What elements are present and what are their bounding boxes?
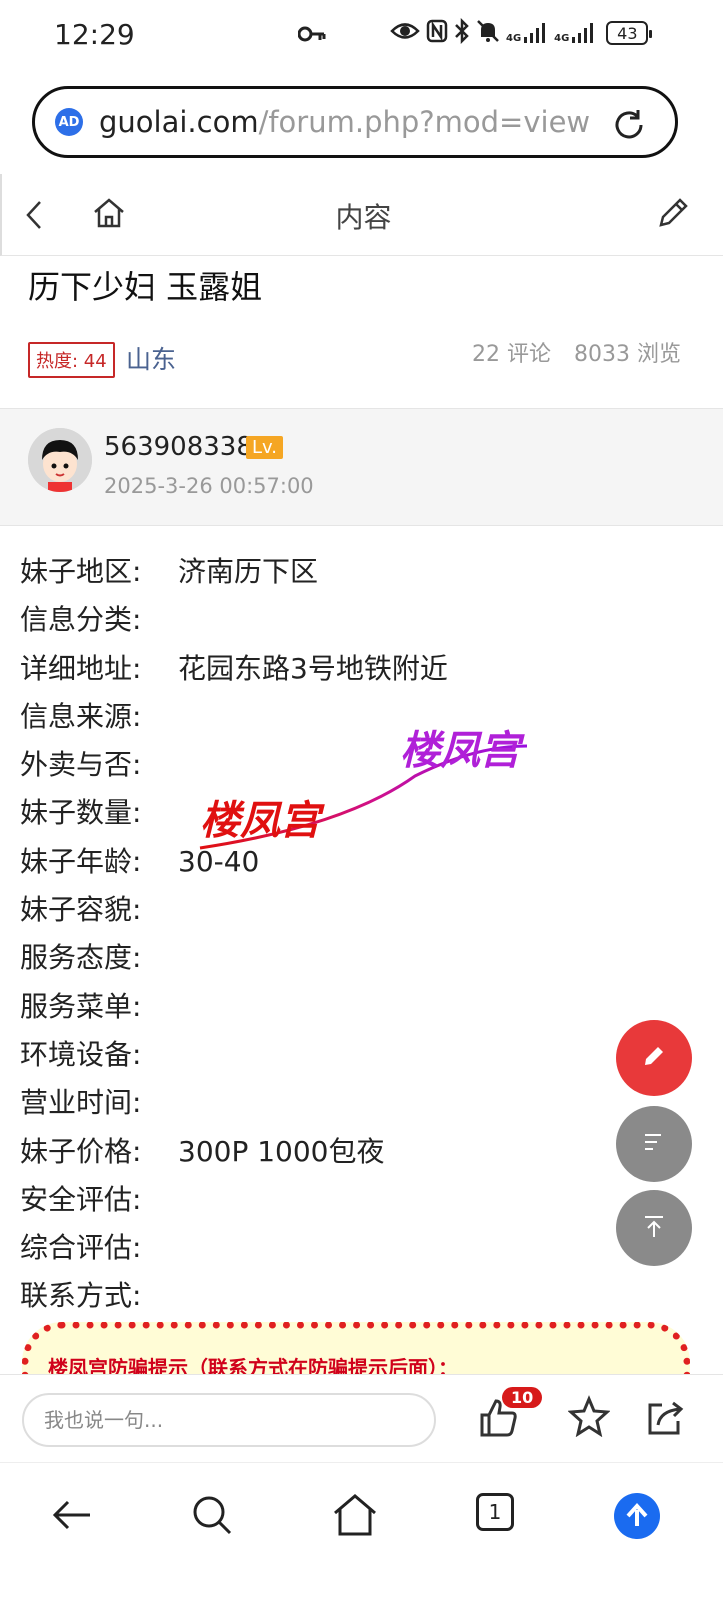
info-value: 花园东路3号地铁附近 [178,651,448,685]
info-label: 信息分类: [20,603,142,637]
nfc-icon [426,19,448,47]
info-row: 安全评估: [20,1176,700,1224]
info-label: 综合评估: [20,1231,142,1265]
comment-count: 22 评论 [472,342,552,367]
bluetooth-icon [454,17,470,48]
info-label: 安全评估: [20,1182,142,1216]
view-count: 8033 浏览 [574,342,681,367]
comment-input[interactable]: 我也说一句... [22,1393,436,1447]
fab-write-button[interactable] [616,1020,692,1096]
info-row: 服务态度: [20,934,700,982]
info-label: 妹子地区: [20,555,142,588]
svg-text:楼凤宫: 楼凤宫 [200,798,325,844]
info-label: 营业时间: [20,1086,142,1120]
info-label: 联系方式: [20,1279,142,1313]
svg-text:楼凤宫: 楼凤宫 [400,728,525,774]
info-list: 妹子地区: 济南历下区信息分类: 详细地址: 花园东路3号地铁附近信息来源: 外卖与否:… [20,548,700,1321]
region-link[interactable]: 山东 [126,340,176,376]
battery-indicator: 43 [606,21,653,45]
star-icon[interactable] [567,1395,611,1441]
author-section [0,408,723,526]
home-nav-icon[interactable] [332,1493,378,1541]
info-row: 综合评估: [20,1224,700,1272]
info-value: 300P 1000包夜 [178,1134,385,1168]
info-row: 妹子容貌: [20,886,700,934]
level-badge: Lv. [246,436,284,459]
reload-icon[interactable] [611,107,647,147]
search-icon[interactable] [190,1493,234,1541]
info-label: 外卖与否: [20,748,142,782]
info-row: 详细地址: 花园东路3号地铁附近 [20,645,700,693]
signal-icon-2: 4G [554,22,596,44]
info-row: 环境设备: [20,1031,700,1079]
mute-bell-icon [476,19,500,47]
avatar[interactable] [28,428,92,492]
info-row: 信息分类: [20,596,700,644]
watermark-logo: 楼凤宫 楼凤宫 [195,706,535,860]
like-count-badge: 10 [502,1387,543,1408]
tabs-button[interactable]: 1 [476,1493,514,1531]
status-time: 12:29 [54,18,135,51]
post-title: 历下少妇 玉露姐 [28,268,263,306]
url-text[interactable]: guolai.com/forum.php?mod=viewthr [99,105,589,139]
heat-badge: 热度: 44 [28,342,115,378]
info-label: 妹子数量: [20,796,142,830]
edit-pencil-icon[interactable] [656,196,690,234]
post-date: 2025-3-26 00:57:00 [104,474,314,498]
address-bar[interactable]: AD guolai.com/forum.php?mod=viewthr [32,86,678,158]
ad-badge-icon: AD [55,108,83,136]
info-row: 服务菜单: [20,983,700,1031]
status-bar: 12:29 4G 4G 43 [0,0,723,70]
info-label: 妹子容貌: [20,893,142,927]
info-label: 详细地址: [20,651,142,685]
pencil-icon [641,1043,667,1073]
info-label: 环境设备: [20,1037,142,1071]
info-row: 营业时间: [20,1079,700,1127]
info-label: 妹子年龄: [20,844,142,878]
signal-icon-1: 4G [506,22,548,44]
back-icon[interactable] [50,1493,94,1541]
key-icon [297,22,326,50]
tab-count: 1 [476,1493,514,1531]
page-header: 内容 [0,174,723,256]
info-label: 服务态度: [20,941,142,975]
upload-circle-icon[interactable] [614,1493,660,1539]
info-row: 妹子价格: 300P 1000包夜 [20,1128,700,1176]
info-value: 济南历下区 [178,555,319,588]
post-stats: 22 评论 8033 浏览 [456,336,681,368]
comment-bar: 我也说一句... 10 [0,1374,723,1462]
info-label: 信息来源: [20,699,142,733]
info-label: 服务菜单: [20,989,142,1023]
info-label: 妹子价格: [20,1134,142,1168]
info-row: 妹子地区: 济南历下区 [20,548,700,596]
fab-menu-button[interactable] [616,1106,692,1182]
list-icon [641,1129,667,1159]
info-row: 联系方式: [20,1272,700,1320]
fab-scroll-top-button[interactable] [616,1190,692,1266]
eye-icon [390,20,420,46]
page-title: 内容 [335,201,392,234]
author-name[interactable]: 563908338 [104,432,253,462]
browser-nav-bar: 1 [0,1462,723,1600]
arrow-up-icon [641,1213,667,1243]
share-icon[interactable] [644,1397,686,1443]
